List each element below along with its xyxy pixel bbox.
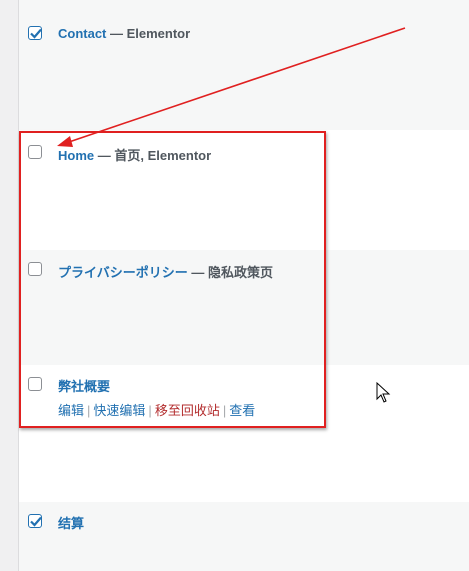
annotation-overlay bbox=[57, 27, 406, 403]
mouse-cursor-icon bbox=[376, 381, 391, 403]
annotation-arrow bbox=[57, 27, 406, 147]
